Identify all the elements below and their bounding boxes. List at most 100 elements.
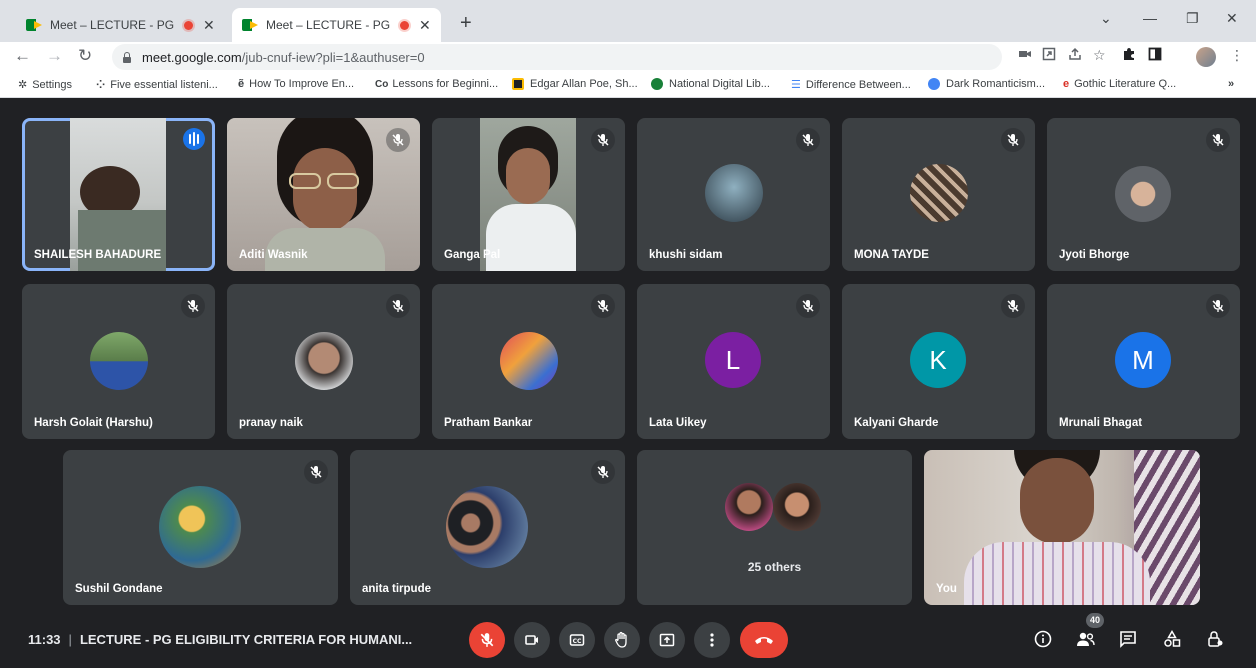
bookmark-item[interactable]: National Digital Lib... xyxy=(651,78,770,90)
bookmark-label: Five essential listeni... xyxy=(110,78,218,91)
forward-arrow-icon[interactable]: → xyxy=(46,46,63,66)
browser-tab-2[interactable]: Meet – LECTURE - PG ELIGIBILITY ✕ xyxy=(232,8,441,42)
url-path: /jub-cnuf-iew?pli=1&authuser=0 xyxy=(241,49,425,65)
participant-tile[interactable]: K Kalyani Gharde xyxy=(842,284,1035,439)
muted-mic-icon xyxy=(1206,128,1230,152)
people-button[interactable] xyxy=(1073,627,1097,651)
muted-mic-icon xyxy=(796,128,820,152)
muted-mic-icon xyxy=(1001,294,1025,318)
muted-mic-icon xyxy=(591,128,615,152)
participant-initial-avatar: L xyxy=(705,332,761,388)
host-controls-button[interactable] xyxy=(1203,627,1227,651)
participant-name: Lata Uikey xyxy=(649,417,707,429)
participant-tile[interactable]: Pratham Bankar xyxy=(432,284,625,439)
microphone-toggle-button[interactable] xyxy=(469,622,505,658)
side-panel-icon[interactable] xyxy=(1148,47,1162,64)
browser-tab-1[interactable]: Meet – LECTURE - PG ELIGIBILITY ✕ xyxy=(16,8,225,42)
bookmark-item[interactable]: ẽ How To Improve En... xyxy=(238,78,354,90)
new-tab-button[interactable]: + xyxy=(460,12,472,35)
bookmark-item[interactable]: Edgar Allan Poe, Sh... xyxy=(512,78,638,90)
chat-button[interactable] xyxy=(1116,627,1140,651)
participant-tile[interactable]: pranay naik xyxy=(227,284,420,439)
muted-mic-icon xyxy=(386,128,410,152)
bookmark-item[interactable]: ⁘ Five essential listeni... xyxy=(96,78,218,92)
self-view-tile[interactable]: You xyxy=(924,450,1200,605)
bookmark-settings[interactable]: ✲ Settings xyxy=(18,78,72,92)
reload-icon[interactable]: ↻ xyxy=(78,46,92,66)
recording-indicator-icon xyxy=(400,20,409,30)
extensions-puzzle-icon[interactable] xyxy=(1122,47,1136,64)
raise-hand-button[interactable] xyxy=(604,622,640,658)
bookmarks-overflow-button[interactable]: » xyxy=(1228,78,1234,90)
others-tile[interactable]: 25 others xyxy=(637,450,912,605)
bookmarks-bar: ✲ Settings ⁘ Five essential listeni... ẽ Ho… xyxy=(0,72,1256,98)
participant-avatar xyxy=(90,332,148,390)
participant-name: Pratham Bankar xyxy=(444,417,533,429)
activities-button[interactable] xyxy=(1160,627,1184,651)
participant-name: Sushil Gondane xyxy=(75,583,163,595)
participant-tile[interactable]: SHAILESH BAHADURE xyxy=(22,118,215,271)
site-co-icon: Co xyxy=(375,78,389,90)
present-screen-button[interactable] xyxy=(649,622,685,658)
close-window-button[interactable]: ✕ xyxy=(1226,10,1238,27)
participant-tile[interactable]: L Lata Uikey xyxy=(637,284,830,439)
participant-tile[interactable]: Sushil Gondane xyxy=(63,450,338,605)
participant-avatar xyxy=(910,164,968,222)
browser-menu-icon[interactable]: ⋮ xyxy=(1230,47,1244,64)
self-video xyxy=(924,450,1200,605)
share-icon[interactable] xyxy=(1068,47,1082,64)
bookmark-item[interactable]: Co Lessons for Beginni... xyxy=(375,78,498,90)
participant-tile[interactable]: M Mrunali Bhagat xyxy=(1047,284,1240,439)
google-meet-icon xyxy=(242,19,258,31)
lock-person-icon xyxy=(1208,631,1223,647)
browser-tab-strip: Meet – LECTURE - PG ELIGIBILITY ✕ Meet –… xyxy=(0,0,1256,42)
captions-button[interactable]: CC xyxy=(559,622,595,658)
bookmark-star-icon[interactable]: ☆ xyxy=(1093,47,1106,64)
chat-icon xyxy=(1120,631,1136,648)
bookmark-label: National Digital Lib... xyxy=(669,78,770,90)
profile-avatar[interactable] xyxy=(1196,47,1216,67)
restore-button[interactable]: ❐ xyxy=(1186,10,1199,27)
participant-tile[interactable]: Aditi Wasnik xyxy=(227,118,420,271)
back-arrow-icon[interactable]: ← xyxy=(14,46,31,66)
meeting-title: LECTURE - PG ELIGIBILITY CRITERIA FOR HU… xyxy=(79,632,413,647)
participant-tile[interactable]: khushi sidam xyxy=(637,118,830,271)
leave-call-button[interactable] xyxy=(740,622,788,658)
participant-avatar xyxy=(446,486,528,568)
tab-title: Meet – LECTURE - PG ELIGIBILITY xyxy=(50,18,178,32)
muted-mic-icon xyxy=(386,294,410,318)
muted-mic-icon xyxy=(796,294,820,318)
address-bar[interactable]: meet.google.com/jub-cnuf-iew?pli=1&authu… xyxy=(112,44,1002,70)
meeting-info-button[interactable] xyxy=(1031,627,1055,651)
participant-name: pranay naik xyxy=(239,417,303,429)
camera-icon xyxy=(525,635,538,645)
participant-tile[interactable]: Ganga Pal xyxy=(432,118,625,271)
bookmark-item[interactable]: e Gothic Literature Q... xyxy=(1063,78,1176,90)
lock-icon[interactable] xyxy=(122,51,132,63)
site-e-icon: e xyxy=(1063,78,1070,90)
open-in-window-icon[interactable] xyxy=(1042,47,1056,64)
participant-name: SHAILESH BAHADURE xyxy=(34,249,162,261)
participant-tile[interactable]: Harsh Golait (Harshu) xyxy=(22,284,215,439)
participant-tile[interactable]: Jyoti Bhorge xyxy=(1047,118,1240,271)
participant-name: Mrunali Bhagat xyxy=(1059,417,1143,429)
tab-search-icon[interactable]: ⌄ xyxy=(1100,10,1112,27)
participant-avatar xyxy=(1115,166,1171,222)
participant-avatar xyxy=(500,332,558,390)
camera-toggle-button[interactable] xyxy=(514,622,550,658)
close-tab-icon[interactable]: ✕ xyxy=(203,17,215,34)
participant-tile[interactable]: anita tirpude xyxy=(350,450,625,605)
close-tab-icon[interactable]: ✕ xyxy=(419,17,431,34)
apps-grid-icon: ⁘ xyxy=(96,79,106,91)
participant-name: anita tirpude xyxy=(362,583,432,595)
camera-in-use-icon[interactable] xyxy=(1018,47,1032,63)
bookmark-label: Lessons for Beginni... xyxy=(392,78,499,90)
more-options-button[interactable] xyxy=(694,622,730,658)
bookmark-item[interactable]: ☰ Difference Between... xyxy=(791,78,911,92)
participant-tile[interactable]: MONA TAYDE xyxy=(842,118,1035,271)
google-meet-icon xyxy=(26,19,42,31)
bookmark-item[interactable]: Dark Romanticism... xyxy=(928,78,1045,90)
site-favicon-icon xyxy=(512,78,524,90)
bookmark-label: Dark Romanticism... xyxy=(946,78,1046,90)
minimize-button[interactable]: — xyxy=(1143,10,1157,26)
